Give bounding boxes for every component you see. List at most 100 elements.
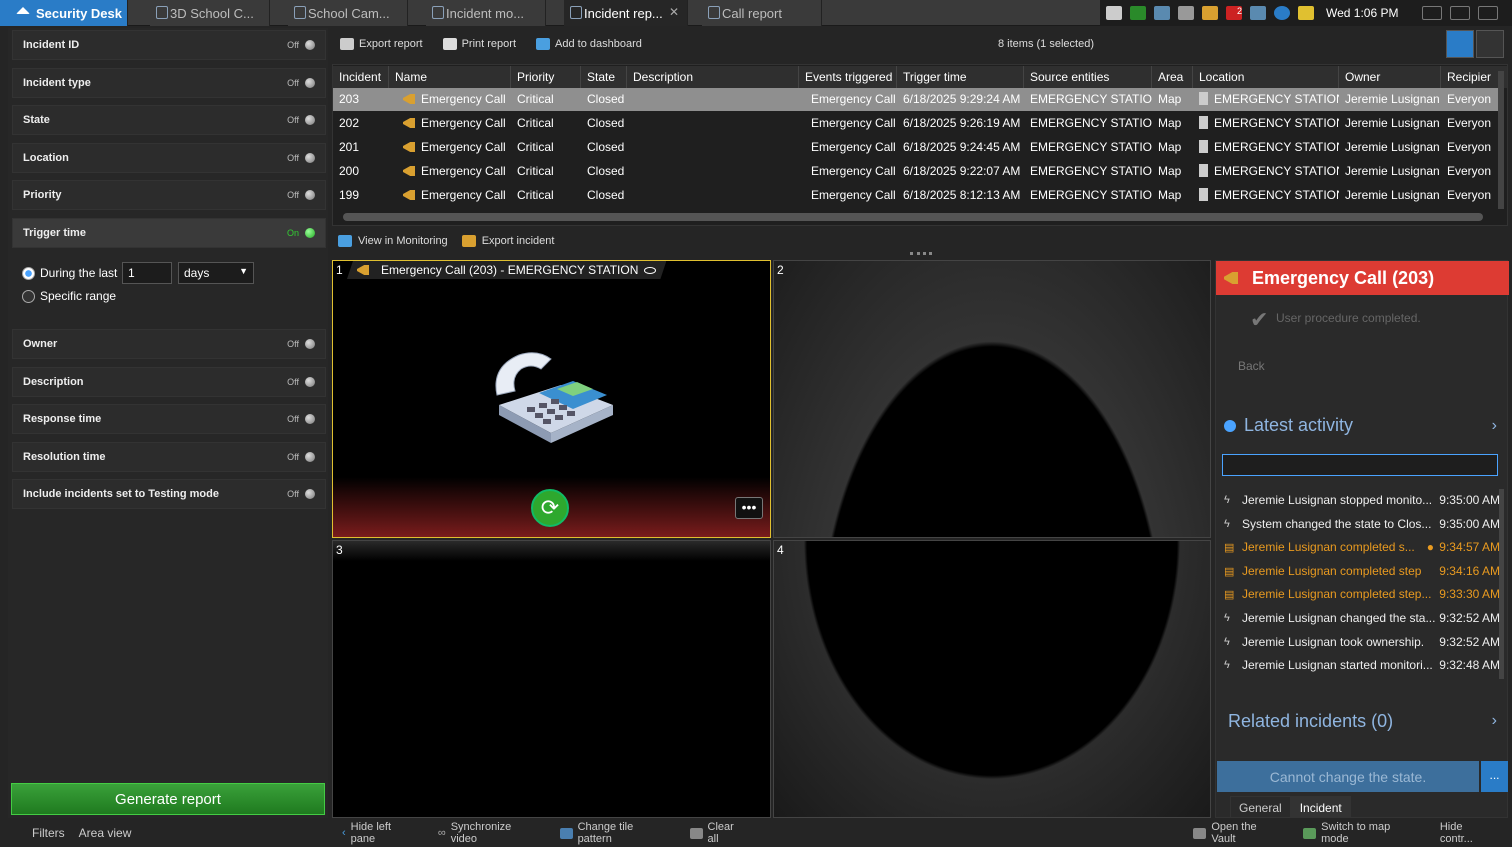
video-tile-2[interactable]: 2 <box>773 260 1211 538</box>
tab-general[interactable]: General <box>1230 796 1291 818</box>
filter-toggle[interactable]: Off <box>287 377 315 387</box>
col-priority[interactable]: Priority <box>511 66 581 88</box>
tab-3d-school[interactable]: 3D School C... <box>150 0 270 26</box>
chevron-right-icon[interactable]: › <box>1492 417 1497 435</box>
col-trigger-time[interactable]: Trigger time <box>897 66 1024 88</box>
refresh-icon[interactable]: ⟳ <box>531 489 569 527</box>
change-tile-pattern-button[interactable]: Change tile pattern <box>559 821 670 845</box>
tab-incident-monitoring[interactable]: Incident mo... <box>426 0 546 26</box>
info-icon[interactable]: ● <box>1427 540 1434 554</box>
table-row[interactable]: 202 Emergency Call Critical Closed Emerg… <box>333 112 1498 135</box>
grid-view-icon[interactable] <box>1446 30 1474 58</box>
col-incident[interactable]: Incident <box>333 66 389 88</box>
latest-activity-header[interactable]: Latest activity <box>1224 415 1353 436</box>
filter-toggle[interactable]: Off <box>287 339 315 349</box>
hide-controls-button[interactable]: Hide contr... <box>1440 821 1498 845</box>
col-events-triggered[interactable]: Events triggered <box>799 66 897 88</box>
col-owner[interactable]: Owner <box>1339 66 1441 88</box>
tab-filters[interactable]: Filters <box>32 826 65 840</box>
during-last-radio[interactable]: During the last <box>22 266 117 280</box>
eye-icon[interactable] <box>644 267 656 274</box>
filter-location[interactable]: Location Off <box>12 143 326 173</box>
filter-toggle[interactable]: Off <box>287 190 315 200</box>
back-button[interactable]: Back <box>1238 359 1265 373</box>
col-description[interactable]: Description <box>627 66 799 88</box>
phone-icon[interactable] <box>1130 6 1146 20</box>
synchronize-video-button[interactable]: ∞ Synchronize video <box>438 821 540 845</box>
filter-toggle[interactable]: Off <box>287 414 315 424</box>
printer-icon[interactable] <box>1178 6 1194 20</box>
col-location[interactable]: Location <box>1193 66 1339 88</box>
export-incident-button[interactable]: Export incident <box>482 235 555 247</box>
switch-map-mode-button[interactable]: Switch to map mode <box>1303 821 1420 845</box>
filter-toggle[interactable]: Off <box>287 452 315 462</box>
horizontal-scrollbar[interactable] <box>343 213 1483 221</box>
filter-incident-id[interactable]: Incident ID Off <box>12 30 326 60</box>
tab-incident-report[interactable]: Incident rep... ✕ <box>564 0 688 26</box>
table-row[interactable]: 199 Emergency Call Critical Closed Emerg… <box>333 184 1498 207</box>
filter-toggle[interactable]: Off <box>287 489 315 499</box>
tab-incident[interactable]: Incident <box>1290 796 1351 818</box>
tab-call-report[interactable]: Call report <box>702 0 822 26</box>
amount-stepper[interactable]: 1 <box>122 262 172 284</box>
col-state[interactable]: State <box>581 66 627 88</box>
activity-scrollbar[interactable] <box>1499 489 1504 679</box>
filter-trigger-time[interactable]: Trigger time On <box>12 218 326 248</box>
filter-description[interactable]: Description Off <box>12 367 326 397</box>
clear-all-button[interactable]: Clear all <box>689 821 748 845</box>
print-report-button[interactable]: Print report <box>442 38 516 50</box>
close-icon[interactable]: ✕ <box>669 5 679 19</box>
filter-owner[interactable]: Owner Off <box>12 329 326 359</box>
open-vault-button[interactable]: Open the Vault <box>1193 821 1283 845</box>
export-report-button[interactable]: Export report <box>340 38 423 50</box>
col-name[interactable]: Name <box>389 66 511 88</box>
app-icon[interactable] <box>1106 6 1122 20</box>
activity-search-input[interactable] <box>1222 454 1498 476</box>
table-row[interactable]: 201 Emergency Call Critical Closed Emerg… <box>333 136 1498 159</box>
col-source-entities[interactable]: Source entities <box>1024 66 1152 88</box>
volume-icon[interactable] <box>1250 6 1266 20</box>
alarm-icon[interactable] <box>1202 6 1218 20</box>
warning-icon[interactable] <box>1298 6 1314 20</box>
video-tile-3[interactable]: 3 <box>332 540 771 818</box>
specific-range-radio[interactable]: Specific range <box>22 289 116 303</box>
collapse-icon[interactable] <box>1224 419 1236 432</box>
generate-report-button[interactable]: Generate report <box>11 783 325 815</box>
filter-toggle[interactable]: Off <box>287 153 315 163</box>
tab-security-desk[interactable]: Security Desk <box>0 0 128 26</box>
more-options-button[interactable]: ••• <box>735 497 763 519</box>
filter-testing-mode[interactable]: Include incidents set to Testing mode Off <box>12 479 326 509</box>
table-row[interactable]: 200 Emergency Call Critical Closed Emerg… <box>333 160 1498 183</box>
filter-response-time[interactable]: Response time Off <box>12 404 326 434</box>
filter-resolution-time[interactable]: Resolution time Off <box>12 442 326 472</box>
col-area[interactable]: Area <box>1152 66 1193 88</box>
filter-toggle[interactable]: On <box>287 228 315 238</box>
chart-view-icon[interactable] <box>1476 30 1504 58</box>
more-actions-button[interactable]: ... <box>1481 761 1508 792</box>
filter-toggle[interactable]: Off <box>287 40 315 50</box>
minimize-button[interactable] <box>1422 6 1443 20</box>
filter-incident-type[interactable]: Incident type Off <box>12 68 326 98</box>
table-row[interactable]: 203 Emergency Call Critical Closed Emerg… <box>333 88 1498 111</box>
filter-priority[interactable]: Priority Off <box>12 180 326 210</box>
close-window-button[interactable] <box>1478 6 1499 20</box>
globe-icon[interactable] <box>1274 6 1290 20</box>
change-state-button[interactable]: Cannot change the state. <box>1217 761 1479 792</box>
view-in-monitoring-button[interactable]: View in Monitoring <box>358 235 448 247</box>
filter-state[interactable]: State Off <box>12 105 326 135</box>
video-tile-4[interactable]: 4 <box>773 540 1211 818</box>
maximize-button[interactable] <box>1450 6 1471 20</box>
related-incidents-header[interactable]: Related incidents (0) <box>1228 711 1393 732</box>
add-to-dashboard-button[interactable]: Add to dashboard <box>536 38 642 50</box>
unit-select[interactable]: days ▼ <box>178 262 254 284</box>
filter-toggle[interactable]: Off <box>287 115 315 125</box>
video-tile-1[interactable]: 1 Emergency Call (203) - EMERGENCY STATI… <box>332 260 771 538</box>
hide-left-pane-button[interactable]: ‹ Hide left pane <box>342 821 418 845</box>
network-icon[interactable] <box>1154 6 1170 20</box>
vertical-scrollbar[interactable] <box>1498 71 1504 209</box>
filter-toggle[interactable]: Off <box>287 78 315 88</box>
tab-school-cam[interactable]: School Cam... <box>288 0 408 26</box>
splitter-handle[interactable] <box>910 252 932 256</box>
notification-badge[interactable]: 2 <box>1226 6 1242 20</box>
tab-area-view[interactable]: Area view <box>79 826 132 840</box>
